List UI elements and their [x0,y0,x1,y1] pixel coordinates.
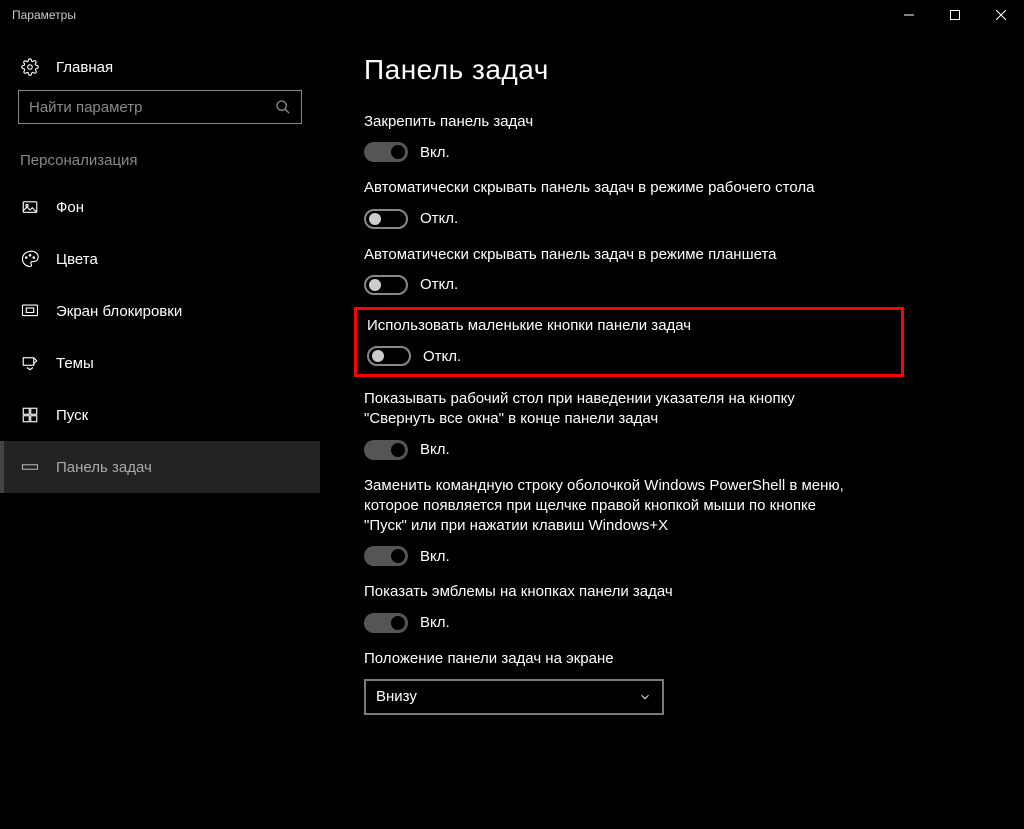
sidebar-item-start[interactable]: Пуск [0,389,320,441]
taskbar-icon [20,458,40,476]
palette-icon [20,250,40,268]
toggle-state-label: Вкл. [420,144,450,161]
sidebar-item-label: Цвета [56,251,98,268]
window-title: Параметры [12,8,76,22]
sidebar-item-label: Пуск [56,407,88,424]
setting-taskbar-position: Положение панели задач на экране Внизу [364,649,844,715]
toggle-switch[interactable] [367,346,411,366]
setting-item: Использовать маленькие кнопки панели зад… [354,307,904,377]
page-title: Панель задач [364,54,984,86]
setting-item: Показать эмблемы на кнопках панели задач… [364,582,844,632]
setting-label: Автоматически скрывать панель задач в ре… [364,178,844,198]
lockscreen-icon [20,302,40,320]
toggle-switch[interactable] [364,613,408,633]
setting-label: Положение панели задач на экране [364,649,844,669]
setting-item: Заменить командную строку оболочкой Wind… [364,476,844,567]
toggle-switch[interactable] [364,275,408,295]
content-area: Панель задач Закрепить панель задач Вкл. А… [320,30,1024,829]
sidebar-item-label: Экран блокировки [56,303,182,320]
toggle-state-label: Откл. [423,348,461,365]
setting-item: Закрепить панель задач Вкл. [364,112,844,162]
home-button[interactable]: Главная [0,50,320,90]
toggle-state-label: Вкл. [420,614,450,631]
toggle-state-label: Откл. [420,210,458,227]
search-input-wrapper[interactable] [18,90,302,124]
maximize-button[interactable] [932,0,978,30]
picture-icon [20,198,40,216]
toggle-switch[interactable] [364,546,408,566]
toggle-switch[interactable] [364,209,408,229]
setting-label: Закрепить панель задач [364,112,844,132]
toggle-switch[interactable] [364,440,408,460]
minimize-button[interactable] [886,0,932,30]
sidebar-item-taskbar[interactable]: Панель задач [0,441,320,493]
gear-icon [20,58,40,76]
setting-label: Показывать рабочий стол при наведении ук… [364,389,844,430]
setting-label: Показать эмблемы на кнопках панели задач [364,582,844,602]
setting-label: Заменить командную строку оболочкой Wind… [364,476,844,537]
search-input[interactable] [29,99,275,116]
chevron-down-icon [638,690,652,704]
sidebar-item-label: Темы [56,355,94,372]
sidebar-item-themes[interactable]: Темы [0,337,320,389]
sidebar-category: Персонализация [0,152,320,181]
themes-icon [20,354,40,372]
sidebar-item-lockscreen[interactable]: Экран блокировки [0,285,320,337]
titlebar: Параметры [0,0,1024,30]
sidebar-item-background[interactable]: Фон [0,181,320,233]
taskbar-position-dropdown[interactable]: Внизу [364,679,664,715]
home-label: Главная [56,59,113,76]
setting-item: Автоматически скрывать панель задач в ре… [364,178,844,228]
close-button[interactable] [978,0,1024,30]
setting-item: Показывать рабочий стол при наведении ук… [364,389,844,460]
toggle-state-label: Откл. [420,276,458,293]
setting-item: Автоматически скрывать панель задач в ре… [364,245,844,295]
setting-label: Автоматически скрывать панель задач в ре… [364,245,844,265]
sidebar-item-label: Фон [56,199,84,216]
toggle-state-label: Вкл. [420,548,450,565]
start-icon [20,406,40,424]
toggle-switch[interactable] [364,142,408,162]
toggle-state-label: Вкл. [420,441,450,458]
setting-label: Использовать маленькие кнопки панели зад… [367,316,891,336]
sidebar: Главная Персонализация Фон Цвета Э [0,30,320,829]
search-icon [275,99,291,115]
dropdown-value: Внизу [376,688,417,705]
sidebar-item-colors[interactable]: Цвета [0,233,320,285]
sidebar-item-label: Панель задач [56,459,152,476]
